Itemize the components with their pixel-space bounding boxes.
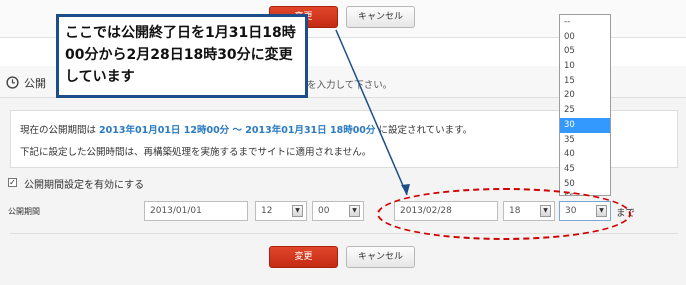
enable-period-checkbox[interactable]: ✓ bbox=[8, 178, 17, 187]
minute-option[interactable]: 40 bbox=[560, 147, 610, 162]
chevron-down-icon[interactable]: ▼ bbox=[292, 205, 303, 217]
panel-title: 公開 bbox=[24, 77, 46, 90]
minute-option[interactable]: 15 bbox=[560, 74, 610, 89]
current-period-range: 2013年01月01日 12時00分 〜 2013年01月31日 18時00分 bbox=[99, 125, 376, 136]
period-row-label: 公開期間 bbox=[8, 207, 40, 216]
callout-text: ここでは公開終了日を1月31日18時00分から2月28日18時30分に変更してい… bbox=[65, 25, 296, 85]
minute-option[interactable]: 10 bbox=[560, 59, 610, 74]
panel-hint: を入力して下さい。 bbox=[307, 80, 393, 91]
minute-option[interactable]: 50 bbox=[560, 177, 610, 192]
highlight-ellipse bbox=[377, 188, 631, 240]
change-button[interactable]: 変更 bbox=[269, 246, 338, 268]
start-hour-select[interactable]: 12 ▼ bbox=[255, 201, 307, 221]
minute-option[interactable]: 25 bbox=[560, 103, 610, 118]
start-date-input[interactable]: 2013/01/01 bbox=[144, 201, 248, 221]
clock-icon bbox=[6, 76, 19, 89]
current-period-text: 現在の公開期間は 2013年01月01日 12時00分 〜 2013年01月31… bbox=[20, 125, 473, 136]
cancel-button[interactable]: キャンセル bbox=[346, 246, 415, 268]
top-cancel-button[interactable]: キャンセル bbox=[346, 6, 415, 28]
minute-dropdown-list[interactable]: --000510152025303540455055 bbox=[559, 14, 611, 196]
annotation-callout: ここでは公開終了日を1月31日18時00分から2月28日18時30分に変更してい… bbox=[56, 14, 308, 98]
minute-option[interactable]: 05 bbox=[560, 44, 610, 59]
minute-option[interactable]: 20 bbox=[560, 88, 610, 103]
minute-option[interactable]: 35 bbox=[560, 133, 610, 148]
minute-option[interactable]: -- bbox=[560, 15, 610, 30]
enable-period-label[interactable]: 公開期間設定を有効にする bbox=[24, 176, 144, 191]
start-minute-select[interactable]: 00 ▼ bbox=[312, 201, 364, 221]
minute-option[interactable]: 30 bbox=[560, 117, 610, 133]
apply-notice: 下記に設定した公開時間は、再構築処理を実施するまでサイトに適用されません。 bbox=[20, 147, 372, 158]
minute-option[interactable]: 45 bbox=[560, 162, 610, 177]
minute-option[interactable]: 00 bbox=[560, 30, 610, 45]
chevron-down-icon[interactable]: ▼ bbox=[349, 205, 360, 217]
